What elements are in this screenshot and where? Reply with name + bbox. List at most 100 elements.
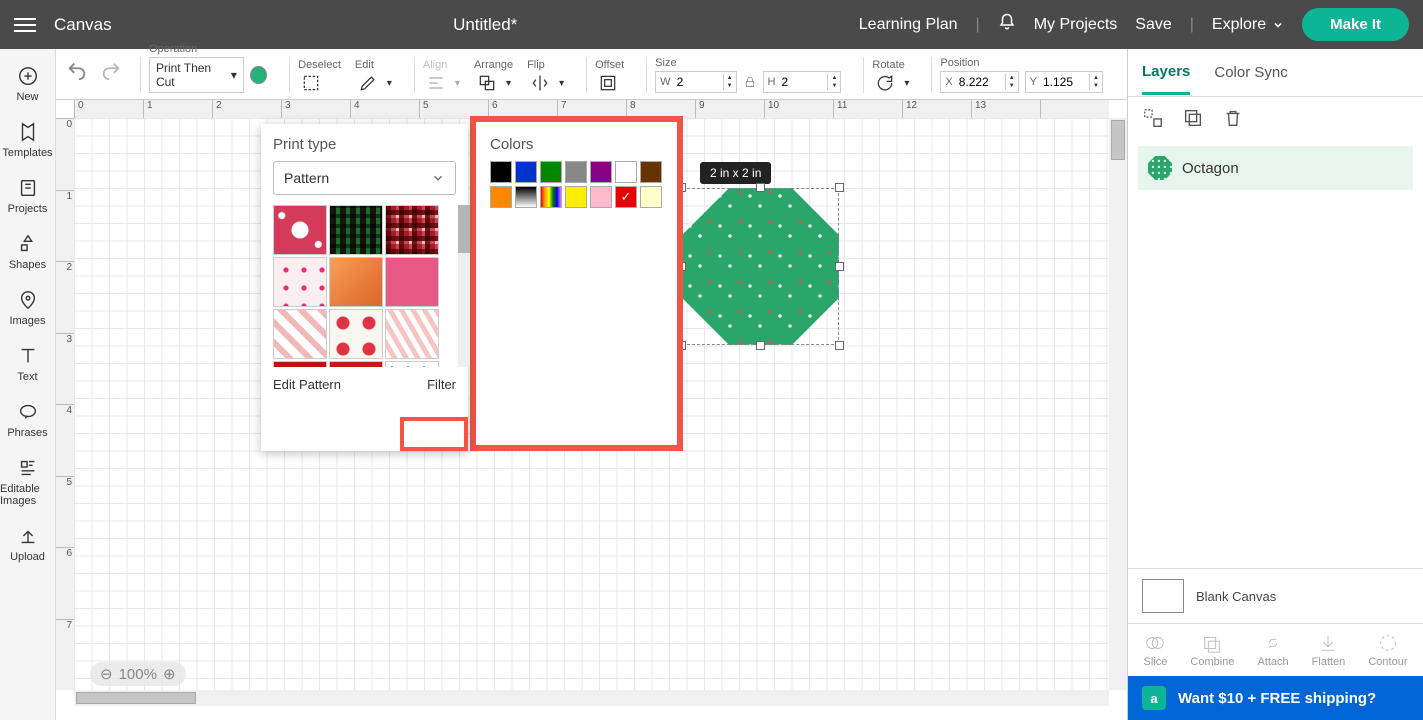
op-combine: Combine xyxy=(1190,632,1234,668)
print-type-select[interactable]: Pattern xyxy=(273,161,456,195)
promo-text: Want $10 + FREE shipping? xyxy=(1178,690,1376,707)
flip-icon[interactable] xyxy=(527,73,553,93)
handle-tr[interactable] xyxy=(835,183,844,192)
color-swatch-green[interactable] xyxy=(540,161,562,183)
save-link[interactable]: Save xyxy=(1135,16,1171,34)
notifications-icon[interactable] xyxy=(998,13,1016,36)
color-swatch-orange[interactable] xyxy=(490,186,512,208)
edit-pattern-link[interactable]: Edit Pattern xyxy=(273,377,341,392)
rail-projects[interactable]: Projects xyxy=(0,169,55,223)
x-input[interactable]: X▲▼ xyxy=(940,71,1018,93)
pattern-item[interactable] xyxy=(273,205,327,255)
zoom-in-icon[interactable]: ⊕ xyxy=(163,665,176,683)
left-rail: New Templates Projects Shapes Images Tex… xyxy=(0,49,56,720)
handle-r[interactable] xyxy=(835,262,844,271)
rail-shapes[interactable]: Shapes xyxy=(0,225,55,279)
pattern-item[interactable] xyxy=(385,257,439,307)
rail-templates[interactable]: Templates xyxy=(0,113,55,167)
promo-banner[interactable]: a Want $10 + FREE shipping? xyxy=(1128,676,1423,720)
operation-select[interactable]: Print Then Cut▾ xyxy=(149,57,244,93)
color-swatch-gray[interactable] xyxy=(565,161,587,183)
layer-label: Octagon xyxy=(1182,160,1239,177)
rail-editable-images[interactable]: Editable Images xyxy=(0,449,55,515)
selection-box xyxy=(682,188,839,345)
pattern-item[interactable] xyxy=(273,361,327,367)
deselect-icon[interactable] xyxy=(298,73,324,93)
redo-icon[interactable] xyxy=(100,60,122,82)
color-swatch-rainbow[interactable] xyxy=(540,186,562,208)
color-swatch-yellow[interactable] xyxy=(565,186,587,208)
undo-icon[interactable] xyxy=(66,60,88,82)
tab-colorsync[interactable]: Color Sync xyxy=(1214,52,1287,93)
color-swatch-purple[interactable] xyxy=(590,161,612,183)
my-projects-link[interactable]: My Projects xyxy=(1034,16,1118,34)
canvas-info[interactable]: Blank Canvas xyxy=(1128,568,1423,623)
app-title: Canvas xyxy=(54,15,112,35)
scrollbar-horizontal[interactable] xyxy=(74,690,1109,706)
pattern-item[interactable] xyxy=(329,205,383,255)
canvas[interactable]: 012345678910111213 01234567 ⊖ 100% ⊕ 2 i… xyxy=(56,100,1127,720)
pattern-item[interactable] xyxy=(329,361,383,367)
pattern-item[interactable] xyxy=(273,257,327,307)
document-title[interactable]: Untitled* xyxy=(112,15,859,35)
rail-phrases[interactable]: Phrases xyxy=(0,393,55,447)
selected-object[interactable]: 2 in x 2 in xyxy=(682,188,839,345)
color-swatch-black[interactable] xyxy=(490,161,512,183)
arrange-icon[interactable] xyxy=(474,73,500,93)
layer-item-octagon[interactable]: Octagon xyxy=(1138,146,1413,190)
color-swatch-white[interactable] xyxy=(615,161,637,183)
rotate-icon[interactable] xyxy=(872,73,898,93)
op-slice: Slice xyxy=(1144,632,1168,668)
make-it-button[interactable]: Make It xyxy=(1302,8,1409,41)
color-swatch-pink[interactable] xyxy=(590,186,612,208)
edit-icon[interactable] xyxy=(355,73,381,93)
operation-label: Operation xyxy=(149,43,267,55)
explore-dropdown[interactable]: Explore xyxy=(1212,16,1284,34)
divider: | xyxy=(1190,16,1194,34)
color-swatch-brown[interactable] xyxy=(640,161,662,183)
filter-link[interactable]: Filter xyxy=(427,377,456,392)
color-swatch-red[interactable] xyxy=(615,186,637,208)
zoom-out-icon[interactable]: ⊖ xyxy=(100,665,113,683)
handle-b[interactable] xyxy=(756,341,765,350)
color-swatch-blue[interactable] xyxy=(515,161,537,183)
pattern-item[interactable] xyxy=(329,257,383,307)
color-swatch-bw-gradient[interactable] xyxy=(515,186,537,208)
print-type-popup: Print type Pattern xyxy=(261,124,468,451)
handle-t[interactable] xyxy=(756,183,765,192)
handle-br[interactable] xyxy=(835,341,844,350)
y-input[interactable]: Y▲▼ xyxy=(1025,71,1103,93)
rail-new[interactable]: New xyxy=(0,57,55,111)
rail-upload[interactable]: Upload xyxy=(0,517,55,571)
color-swatch-cream[interactable] xyxy=(640,186,662,208)
duplicate-icon[interactable] xyxy=(1182,107,1204,129)
group-icon[interactable] xyxy=(1142,107,1164,129)
delete-icon[interactable] xyxy=(1222,107,1244,129)
learning-plan-link[interactable]: Learning Plan xyxy=(859,16,958,34)
ruler-vertical: 01234567 xyxy=(56,118,74,690)
op-attach: Attach xyxy=(1257,632,1288,668)
tab-layers[interactable]: Layers xyxy=(1142,51,1190,95)
scrollbar-vertical[interactable] xyxy=(1109,118,1127,690)
lock-icon[interactable] xyxy=(743,73,757,91)
pattern-item[interactable] xyxy=(385,205,439,255)
pattern-scrollbar[interactable] xyxy=(458,205,470,367)
rail-text[interactable]: Text xyxy=(0,337,55,391)
offset-icon[interactable] xyxy=(595,73,621,93)
menu-icon[interactable] xyxy=(14,18,36,32)
print-type-title: Print type xyxy=(273,136,456,153)
width-input[interactable]: W▲▼ xyxy=(655,71,736,93)
height-input[interactable]: H▲▼ xyxy=(763,71,842,93)
colors-popup: Colors xyxy=(470,116,683,451)
toolbar: Operation Print Then Cut▾ Deselect Edit▾… xyxy=(56,49,1127,100)
pattern-item[interactable] xyxy=(385,309,439,359)
pattern-item[interactable] xyxy=(273,309,327,359)
color-swatch[interactable] xyxy=(250,66,267,84)
size-tag: 2 in x 2 in xyxy=(700,162,771,184)
rail-images[interactable]: Images xyxy=(0,281,55,335)
layer-thumbnail xyxy=(1148,156,1172,180)
zoom-control[interactable]: ⊖ 100% ⊕ xyxy=(90,662,186,686)
op-contour: Contour xyxy=(1368,632,1407,668)
pattern-item[interactable] xyxy=(385,361,439,367)
pattern-item[interactable] xyxy=(329,309,383,359)
